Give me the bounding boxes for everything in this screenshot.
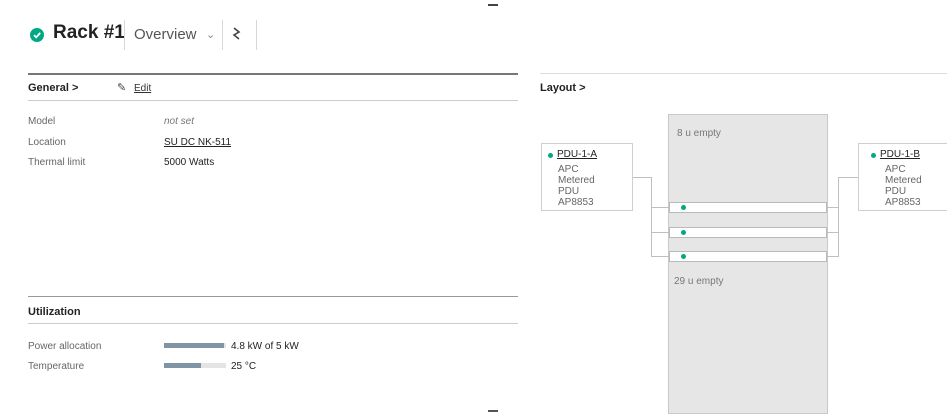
pdu-status-dot — [871, 153, 876, 158]
pdu-b-model: APC Metered PDU AP8853 — [885, 164, 922, 208]
page-title: Rack #1 — [53, 22, 125, 43]
device-status-dot — [681, 230, 686, 235]
layout-heading[interactable]: Layout > — [540, 82, 586, 94]
header-divider — [256, 20, 257, 50]
header-divider — [124, 20, 125, 50]
resize-handle[interactable] — [488, 4, 498, 6]
model-label: Model — [28, 116, 56, 127]
resize-handle[interactable] — [488, 410, 498, 412]
page-header: Rack #1 Overview ⌄ — [0, 0, 947, 70]
power-connector-line — [827, 207, 839, 208]
pencil-icon[interactable]: ✎ — [117, 81, 126, 94]
location-label: Location — [28, 137, 66, 148]
status-check-icon — [30, 28, 44, 42]
power-allocation-label: Power allocation — [28, 341, 102, 352]
power-allocation-value: 4.8 kW of 5 kW — [231, 341, 299, 352]
pdu-status-dot — [548, 153, 553, 158]
rack-device-slot[interactable] — [669, 202, 827, 213]
thermal-limit-value: 5000 Watts — [164, 157, 215, 168]
pdu-a-model: APC Metered PDU AP8853 — [558, 164, 595, 208]
power-allocation-bar — [164, 343, 226, 348]
actions-icon[interactable] — [229, 24, 245, 44]
device-status-dot — [681, 254, 686, 259]
power-connector-line — [827, 232, 839, 233]
power-connector-line — [651, 177, 652, 257]
header-divider — [222, 20, 223, 50]
pdu-card-a[interactable]: PDU-1-A APC Metered PDU AP8853 — [541, 143, 633, 211]
temperature-bar — [164, 363, 226, 368]
temperature-value: 25 °C — [231, 361, 257, 372]
rack-device-slot[interactable] — [669, 251, 827, 262]
power-connector-line — [633, 177, 651, 178]
general-section-rule — [28, 73, 518, 75]
power-allocation-bar-fill — [164, 343, 224, 348]
location-link[interactable]: SU DC NK-511 — [164, 137, 231, 148]
rack-device-slot[interactable] — [669, 227, 827, 238]
thermal-limit-label: Thermal limit — [28, 157, 86, 168]
rack-top-empty: 8 u empty — [677, 128, 721, 139]
power-connector-line — [827, 256, 839, 257]
device-status-dot — [681, 205, 686, 210]
general-divider — [28, 100, 518, 101]
temperature-bar-fill — [164, 363, 202, 368]
utilization-divider — [28, 323, 518, 324]
general-heading[interactable]: General > — [28, 82, 78, 94]
pdu-card-b[interactable]: PDU-1-B APC Metered PDU AP8853 — [858, 143, 947, 211]
rack-diagram — [668, 114, 828, 414]
power-connector-line — [838, 177, 858, 178]
edit-link[interactable]: Edit — [134, 83, 151, 94]
utilization-rule — [28, 296, 518, 297]
power-connector-line — [651, 207, 669, 208]
layout-section-rule — [540, 73, 947, 74]
pdu-a-link[interactable]: PDU-1-A — [557, 149, 597, 160]
utilization-heading: Utilization — [28, 306, 81, 318]
pdu-b-link[interactable]: PDU-1-B — [880, 149, 920, 160]
rack-bottom-empty: 29 u empty — [674, 276, 724, 287]
view-selector[interactable]: Overview — [134, 26, 197, 43]
temperature-label: Temperature — [28, 361, 85, 372]
power-connector-line — [651, 256, 669, 257]
power-connector-line — [651, 232, 669, 233]
power-connector-line — [838, 177, 839, 257]
model-value: not set — [164, 116, 195, 127]
chevron-down-icon[interactable]: ⌄ — [206, 28, 215, 41]
